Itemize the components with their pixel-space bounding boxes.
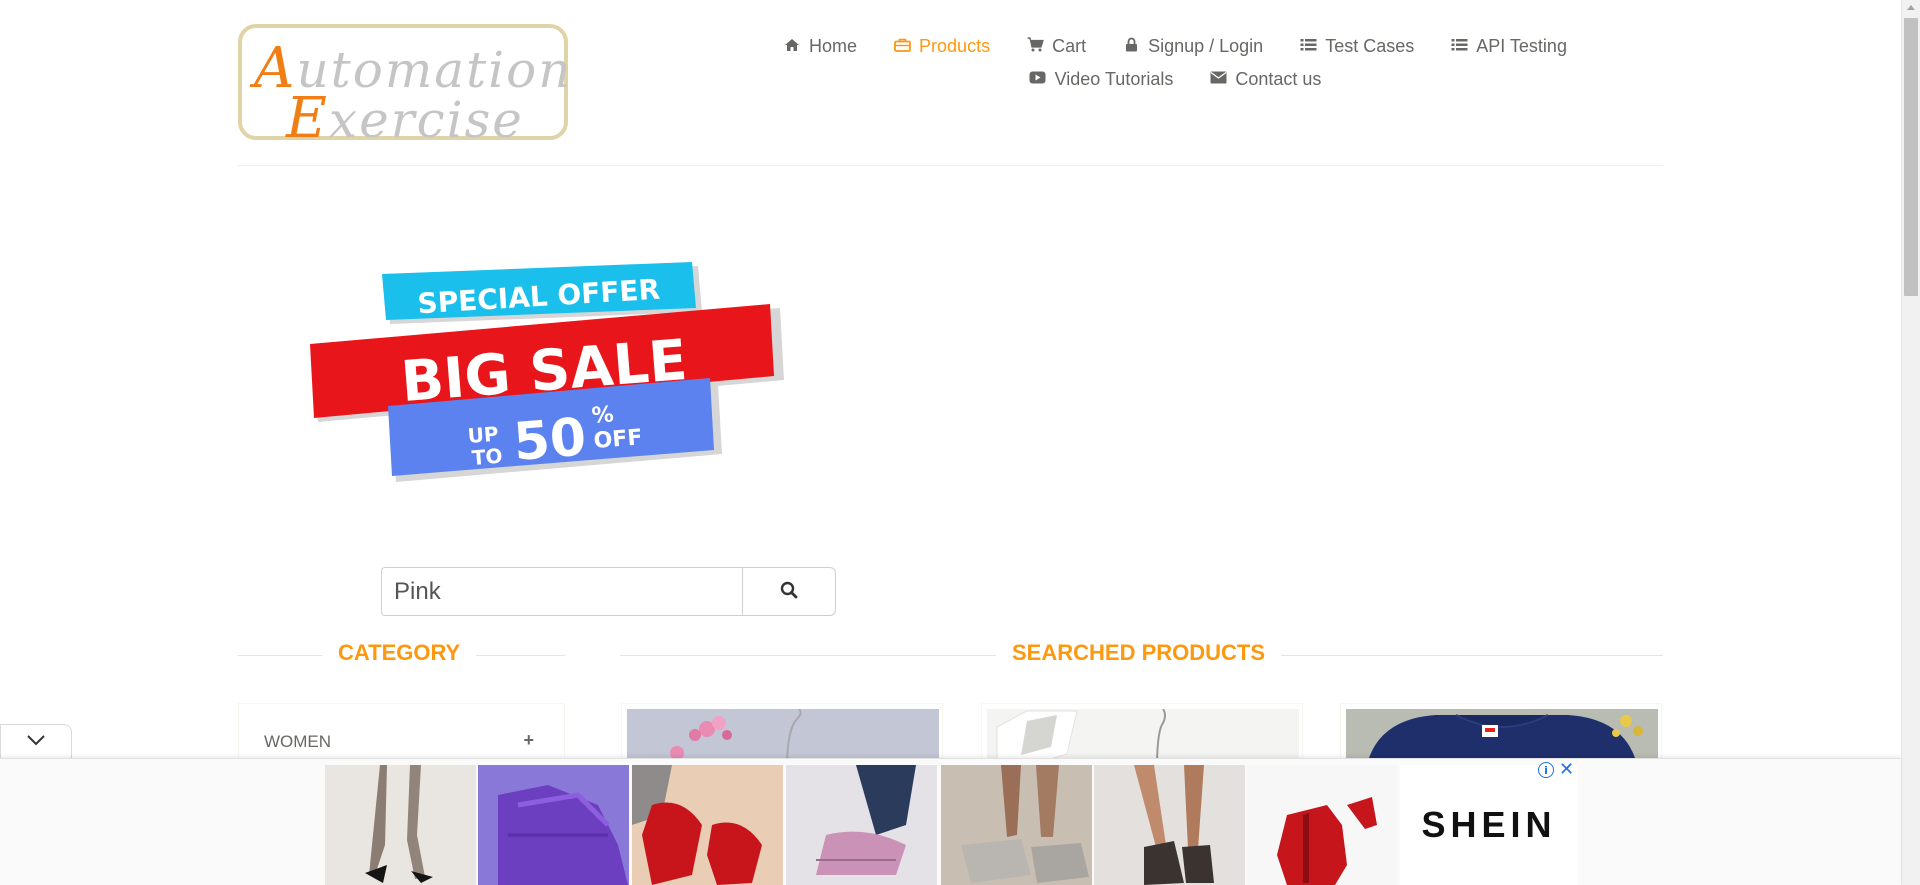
logo-cap-e: E: [286, 86, 329, 151]
header-divider: [238, 165, 1663, 166]
list-icon: [1450, 38, 1468, 56]
ad-product-image[interactable]: [1094, 765, 1245, 885]
nav-video-tutorials-label: Video Tutorials: [1054, 69, 1174, 89]
nav-home[interactable]: Home: [765, 36, 875, 57]
search-icon: [780, 581, 798, 602]
chevron-down-icon: [26, 733, 46, 751]
nav-home-label: Home: [809, 36, 858, 56]
nav-contact-us[interactable]: Contact us: [1191, 69, 1339, 90]
scroll-up-arrow-icon[interactable]: [1907, 5, 1915, 10]
nav-cart[interactable]: Cart: [1008, 36, 1104, 57]
list-icon: [1299, 38, 1317, 56]
category-panel: WOMEN +: [238, 703, 565, 763]
products-icon: [893, 38, 911, 56]
product-image: [987, 709, 1299, 762]
ad-info-icon[interactable]: i: [1538, 762, 1554, 778]
banner-to: TO: [471, 444, 503, 470]
searched-products-title: SEARCHED PRODUCTS: [996, 640, 1282, 666]
nav-row-2: Video Tutorials Contact us: [700, 69, 1650, 90]
ad-product-image[interactable]: [786, 765, 937, 885]
product-card[interactable]: [1340, 703, 1662, 763]
search-submit-button[interactable]: [742, 567, 836, 616]
lock-icon: [1122, 37, 1140, 56]
page-scrollbar[interactable]: [1901, 0, 1920, 885]
youtube-icon: [1029, 71, 1047, 88]
expand-plus-icon[interactable]: +: [523, 730, 534, 751]
ad-product-image[interactable]: [632, 765, 783, 885]
sale-banner: SPECIAL OFFER BIG SALE UP TO 50 % OFF: [310, 262, 784, 482]
banner-off: OFF: [593, 425, 644, 454]
nav-api-testing[interactable]: API Testing: [1432, 36, 1585, 57]
ad-collapse-tab[interactable]: [0, 724, 72, 758]
ad-product-image[interactable]: [941, 765, 1092, 885]
logo-line-2: Exercise: [286, 86, 524, 151]
nav-contact-us-label: Contact us: [1235, 69, 1322, 89]
nav-signup-login-label: Signup / Login: [1148, 36, 1264, 56]
nav-products[interactable]: Products: [875, 36, 1008, 57]
nav-row-1: Home Products Cart Signup / Login Test C…: [700, 36, 1650, 57]
nav-cart-label: Cart: [1052, 36, 1087, 56]
search-product-input[interactable]: [381, 567, 753, 616]
ad-brand-name: SHEIN: [1421, 804, 1557, 845]
product-card[interactable]: [621, 703, 943, 763]
product-image: [627, 709, 939, 762]
nav-api-testing-label: API Testing: [1476, 36, 1567, 56]
category-women[interactable]: WOMEN: [264, 732, 331, 752]
ad-product-image[interactable]: [325, 765, 476, 885]
main-nav: Home Products Cart Signup / Login Test C…: [700, 36, 1650, 90]
ad-product-image[interactable]: [478, 765, 629, 885]
nav-products-label: Products: [919, 36, 991, 56]
scroll-thumb[interactable]: [1904, 18, 1918, 296]
site-logo[interactable]: Automation Exercise: [238, 24, 570, 151]
nav-video-tutorials[interactable]: Video Tutorials: [1011, 69, 1192, 90]
nav-test-cases[interactable]: Test Cases: [1281, 36, 1432, 57]
category-title: CATEGORY: [322, 640, 477, 666]
ad-close-icon[interactable]: ✕: [1559, 759, 1574, 780]
banner-fifty: 50: [511, 407, 588, 472]
nav-signup-login[interactable]: Signup / Login: [1104, 36, 1281, 57]
cart-icon: [1026, 37, 1044, 56]
home-icon: [783, 38, 801, 56]
product-image: [1346, 709, 1658, 762]
ad-brand-box[interactable]: SHEIN: [1400, 765, 1578, 885]
ad-product-image[interactable]: [1247, 765, 1398, 885]
logo-text-2: xercise: [328, 91, 524, 149]
nav-test-cases-label: Test Cases: [1325, 36, 1415, 56]
banner-percent-sign: %: [591, 402, 615, 429]
envelope-icon: [1209, 71, 1227, 88]
product-card[interactable]: [981, 703, 1303, 763]
